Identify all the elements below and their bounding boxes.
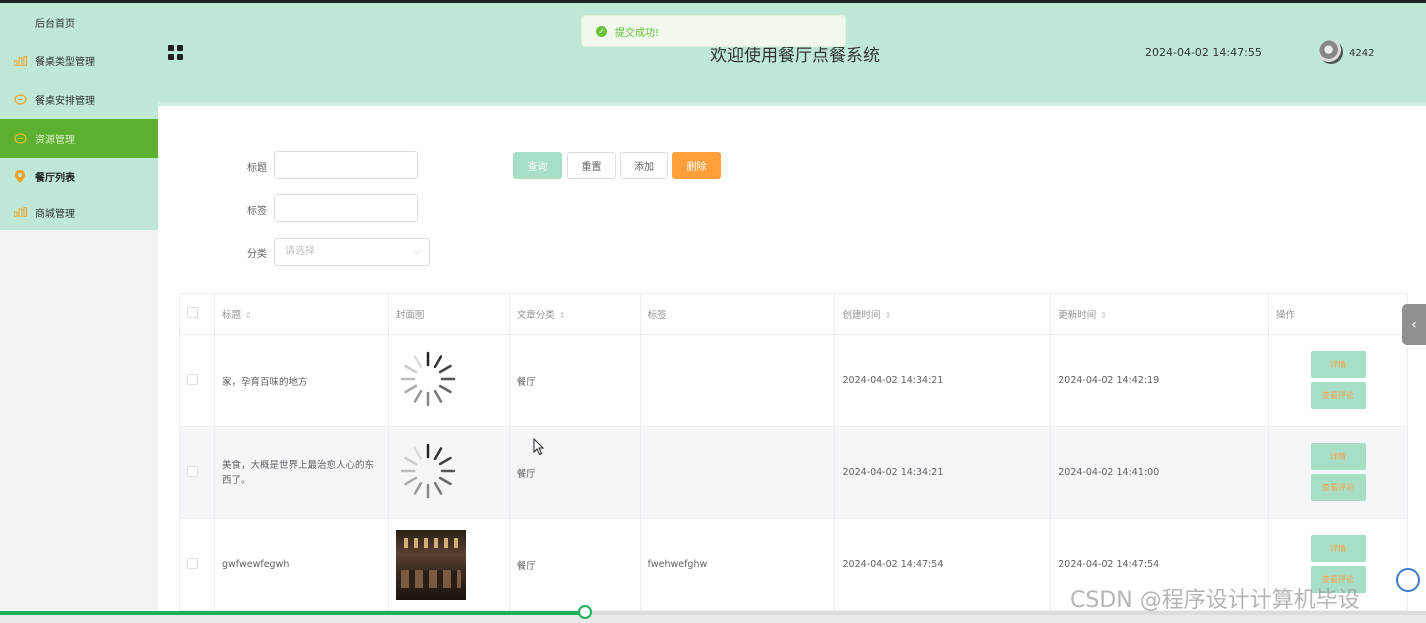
- row-checkbox[interactable]: [187, 373, 198, 385]
- cell-tag: [639, 426, 836, 519]
- sort-icon[interactable]: ⇕: [245, 311, 252, 320]
- sort-icon[interactable]: ⇕: [559, 311, 566, 320]
- tag-filter-input[interactable]: [274, 194, 418, 222]
- sort-icon[interactable]: ⇕: [885, 311, 892, 320]
- sidebar-item-label: 餐桌安排管理: [35, 96, 95, 107]
- chevron-down-icon: ⌵: [413, 247, 420, 257]
- column-header-created[interactable]: 创建时间 ⇕: [834, 293, 1052, 335]
- cell-tag: [639, 334, 836, 427]
- query-button[interactable]: 查询: [513, 152, 562, 179]
- cell-cover: [387, 334, 510, 427]
- cell-title: gwfwewfegwh: [213, 518, 389, 611]
- sidebar-item-shop[interactable]: 商城管理: [0, 194, 158, 230]
- collapse-panel-tab[interactable]: ‹: [1402, 304, 1426, 345]
- cell-created: 2024-04-02 14:47:54: [834, 518, 1052, 611]
- sidebar-item-restaurant-list[interactable]: 餐厅列表: [0, 158, 158, 194]
- cell-updated: 2024-04-02 14:41:00: [1050, 426, 1270, 519]
- sidebar-item-label: 资源管理: [35, 135, 75, 146]
- avatar[interactable]: [1319, 40, 1343, 64]
- delete-button[interactable]: 删除: [672, 152, 721, 179]
- video-progress-fill: [0, 611, 585, 615]
- category-filter-label: 分类: [247, 249, 267, 260]
- mouse-cursor-icon: [533, 438, 545, 456]
- sidebar-item-table-arrangement[interactable]: 餐桌安排管理: [0, 80, 158, 119]
- header-username[interactable]: 4242: [1349, 48, 1374, 59]
- reset-button[interactable]: 重置: [567, 152, 616, 179]
- view-comments-button[interactable]: 查看评论: [1310, 473, 1366, 501]
- table-row[interactable]: 家，孕育百味的地方 餐厅 2024-04-02 14:34:21 2024-04…: [179, 334, 1408, 427]
- success-toast: ✓ 提交成功!: [581, 15, 846, 47]
- cell-title: 美食，大概是世界上最治愈人心的东西了。: [213, 426, 389, 519]
- sidebar-item-home[interactable]: 后台首页: [0, 3, 158, 41]
- loading-spinner-icon: [400, 351, 456, 407]
- watermark-text: CSDN @程序设计计算机毕设: [1070, 588, 1360, 613]
- view-comments-button[interactable]: 查看评论: [1310, 381, 1366, 409]
- column-header-tag: 标签: [639, 293, 836, 335]
- row-checkbox[interactable]: [187, 557, 198, 569]
- chat-icon: [12, 132, 28, 145]
- cell-updated: 2024-04-02 14:42:19: [1050, 334, 1270, 427]
- select-all-checkbox[interactable]: [187, 307, 198, 318]
- menu-toggle-grid-icon[interactable]: [168, 45, 183, 60]
- player-bottom-strip: [0, 615, 1426, 623]
- table-row[interactable]: 美食，大概是世界上最治愈人心的东西了。 餐厅 2024-04-02 14:34:…: [179, 426, 1408, 519]
- sort-icon[interactable]: ⇕: [1100, 311, 1107, 320]
- chevron-left-icon: ‹: [1411, 316, 1417, 333]
- cover-image-restaurant: [395, 529, 466, 600]
- column-header-updated[interactable]: 更新时间 ⇕: [1050, 293, 1270, 335]
- cell-tag: fwehwefghw: [639, 518, 836, 611]
- cell-title: 家，孕育百味的地方: [213, 334, 389, 427]
- cell-cover: [387, 426, 510, 519]
- cell-category: 餐厅: [508, 518, 641, 611]
- video-progress-handle[interactable]: [578, 605, 592, 619]
- header-datetime: 2024-04-02 14:47:55: [1145, 46, 1262, 59]
- sidebar-item-label: 餐厅列表: [35, 172, 75, 184]
- detail-button[interactable]: 详情: [1310, 350, 1366, 378]
- column-header-category[interactable]: 文章分类 ⇕: [508, 293, 641, 335]
- table-header-row: 标题 ⇕ 封面图 文章分类 ⇕ 标签 创建时间 ⇕ 更新时间 ⇕ 操作: [179, 293, 1408, 335]
- column-header-title[interactable]: 标题 ⇕: [213, 293, 389, 335]
- sidebar-item-table-type[interactable]: 餐桌类型管理: [0, 41, 158, 80]
- category-select[interactable]: 请选择 ⌵: [274, 238, 430, 266]
- article-table: 标题 ⇕ 封面图 文章分类 ⇕ 标签 创建时间 ⇕ 更新时间 ⇕ 操作 家，孕育百味的地…: [179, 293, 1408, 611]
- cell-created: 2024-04-02 14:34:21: [834, 334, 1052, 427]
- loading-spinner-icon: [400, 443, 456, 499]
- cell-actions: 详情 查看评论: [1268, 426, 1408, 519]
- check-circle-icon: ✓: [596, 25, 607, 37]
- sidebar: 后台首页 餐桌类型管理 餐桌安排管理 资源管理 餐厅列表 商城管理: [0, 3, 158, 623]
- bar-chart-icon: [12, 55, 28, 66]
- category-select-placeholder: 请选择: [285, 246, 315, 257]
- chat-icon: [12, 93, 28, 106]
- bar-chart-icon: [12, 207, 28, 217]
- sidebar-item-resources[interactable]: 资源管理: [0, 119, 158, 158]
- title-filter-input[interactable]: [274, 151, 418, 179]
- cell-category: 餐厅: [508, 426, 641, 519]
- toast-message: 提交成功!: [615, 27, 660, 39]
- translate-badge-icon[interactable]: [1396, 568, 1420, 592]
- cell-created: 2024-04-02 14:34:21: [834, 426, 1052, 519]
- column-header-cover: 封面图: [387, 293, 510, 335]
- title-filter-label: 标题: [247, 163, 267, 174]
- cell-cover: [387, 518, 510, 611]
- cell-category: 餐厅: [508, 334, 641, 427]
- column-header-actions: 操作: [1268, 293, 1408, 335]
- detail-button[interactable]: 详情: [1310, 442, 1366, 470]
- sidebar-item-label: 餐桌类型管理: [35, 57, 95, 68]
- sidebar-menu: 后台首页 餐桌类型管理 餐桌安排管理 资源管理 餐厅列表 商城管理: [0, 3, 158, 230]
- sidebar-item-label: 后台首页: [35, 18, 75, 30]
- add-button[interactable]: 添加: [620, 152, 668, 179]
- select-all-cell: [179, 293, 215, 335]
- cell-actions: 详情 查看评论: [1268, 334, 1408, 427]
- location-pin-icon: [12, 169, 28, 183]
- tag-filter-label: 标签: [247, 206, 267, 217]
- detail-button[interactable]: 详情: [1310, 534, 1366, 562]
- sidebar-item-label: 商城管理: [35, 208, 75, 220]
- row-checkbox[interactable]: [187, 465, 198, 477]
